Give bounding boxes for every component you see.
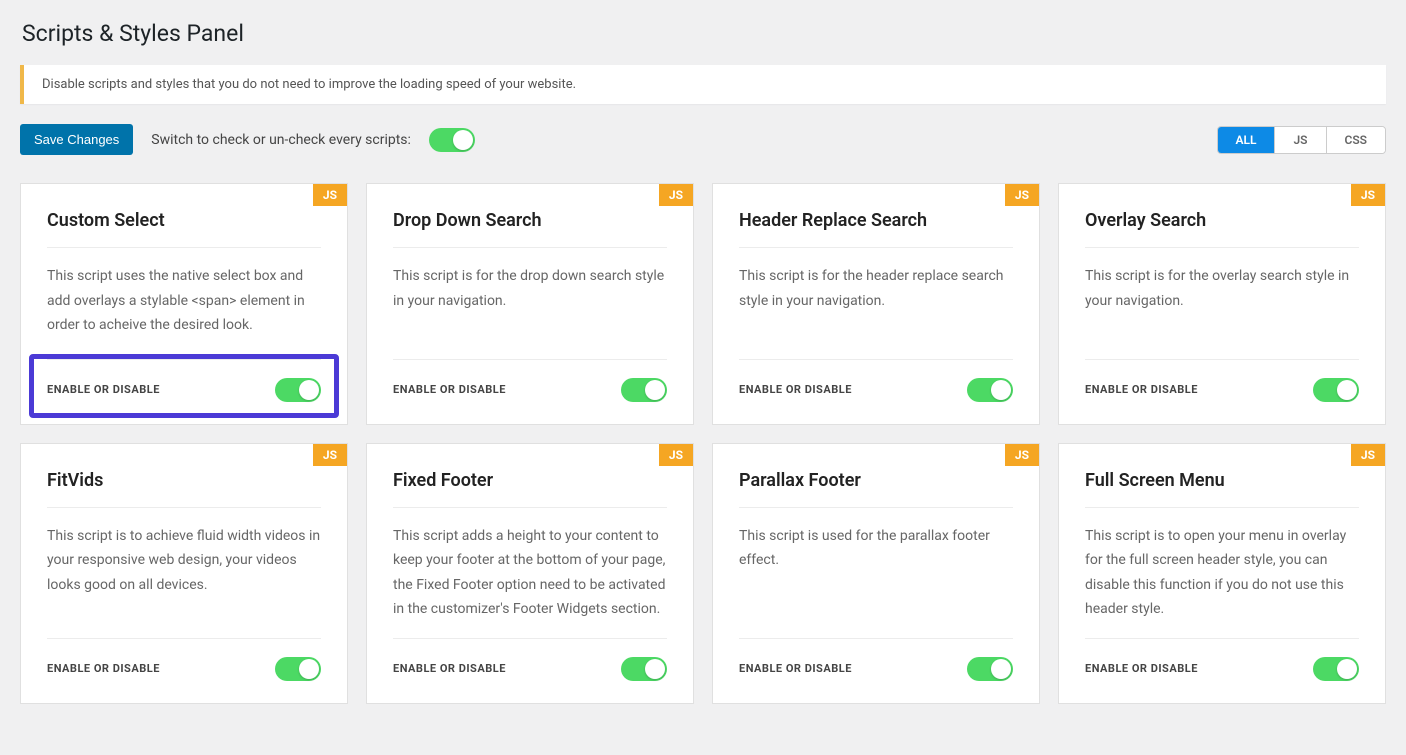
card-overlay-search: JS Overlay Search This script is for the… [1058,183,1386,425]
card-toggle[interactable] [1313,657,1359,681]
filter-tab-all[interactable]: ALL [1218,127,1276,153]
card-footer: ENABLE OR DISABLE [1085,359,1359,402]
toolbar-left: Save Changes Switch to check or un-check… [20,124,475,155]
enable-disable-label: ENABLE OR DISABLE [393,662,506,675]
card-toggle[interactable] [967,378,1013,402]
divider [47,507,321,508]
card-footer: ENABLE OR DISABLE [739,638,1013,681]
master-switch-label: Switch to check or un-check every script… [151,132,411,148]
card-description: This script is to open your menu in over… [1085,524,1359,622]
divider [393,247,667,248]
card-parallax-footer: JS Parallax Footer This script is used f… [712,443,1040,704]
card-footer: ENABLE OR DISABLE [1085,638,1359,681]
card-footer: ENABLE OR DISABLE [393,638,667,681]
card-toggle[interactable] [967,657,1013,681]
filter-tab-js[interactable]: JS [1275,127,1326,153]
cards-grid: JS Custom Select This script uses the na… [20,183,1386,704]
card-description: This script is to achieve fluid width vi… [47,524,321,622]
filter-tabs: ALL JS CSS [1217,126,1387,154]
enable-disable-label: ENABLE OR DISABLE [47,662,160,675]
enable-disable-label: ENABLE OR DISABLE [47,383,160,396]
card-title: Full Screen Menu [1085,470,1359,491]
notice-bar: Disable scripts and styles that you do n… [20,65,1386,104]
card-title: Header Replace Search [739,210,1013,231]
card-description: This script is for the overlay search st… [1085,264,1359,343]
filter-tab-css[interactable]: CSS [1327,127,1386,153]
js-badge: JS [659,444,693,466]
divider [393,507,667,508]
card-fixed-footer: JS Fixed Footer This script adds a heigh… [366,443,694,704]
js-badge: JS [313,184,347,206]
card-description: This script adds a height to your conten… [393,524,667,622]
card-footer: ENABLE OR DISABLE [393,359,667,402]
divider [1085,507,1359,508]
card-toggle[interactable] [275,378,321,402]
js-badge: JS [313,444,347,466]
card-toggle[interactable] [621,657,667,681]
js-badge: JS [1351,444,1385,466]
card-title: Custom Select [47,210,321,231]
card-full-screen-menu: JS Full Screen Menu This script is to op… [1058,443,1386,704]
card-footer: ENABLE OR DISABLE [47,638,321,681]
card-title: Parallax Footer [739,470,1013,491]
card-description: This script is for the header replace se… [739,264,1013,343]
enable-disable-label: ENABLE OR DISABLE [393,383,506,396]
card-toggle[interactable] [275,657,321,681]
card-drop-down-search: JS Drop Down Search This script is for t… [366,183,694,425]
divider [739,247,1013,248]
divider [739,507,1013,508]
card-custom-select: JS Custom Select This script uses the na… [20,183,348,425]
divider [1085,247,1359,248]
enable-disable-label: ENABLE OR DISABLE [1085,662,1198,675]
card-toggle[interactable] [1313,378,1359,402]
divider [47,247,321,248]
js-badge: JS [659,184,693,206]
card-footer: ENABLE OR DISABLE [739,359,1013,402]
card-description: This script is for the drop down search … [393,264,667,343]
save-button[interactable]: Save Changes [20,124,133,155]
card-fitvids: JS FitVids This script is to achieve flu… [20,443,348,704]
js-badge: JS [1351,184,1385,206]
js-badge: JS [1005,444,1039,466]
card-footer: ENABLE OR DISABLE [47,359,321,402]
enable-disable-label: ENABLE OR DISABLE [1085,383,1198,396]
card-toggle[interactable] [621,378,667,402]
enable-disable-label: ENABLE OR DISABLE [739,662,852,675]
page-title: Scripts & Styles Panel [22,20,1386,47]
toolbar: Save Changes Switch to check or un-check… [20,124,1386,155]
card-description: This script is used for the parallax foo… [739,524,1013,622]
enable-disable-label: ENABLE OR DISABLE [739,383,852,396]
card-title: Overlay Search [1085,210,1359,231]
card-title: FitVids [47,470,321,491]
js-badge: JS [1005,184,1039,206]
card-header-replace-search: JS Header Replace Search This script is … [712,183,1040,425]
card-title: Fixed Footer [393,470,667,491]
card-title: Drop Down Search [393,210,667,231]
card-description: This script uses the native select box a… [47,264,321,338]
master-toggle[interactable] [429,128,475,152]
